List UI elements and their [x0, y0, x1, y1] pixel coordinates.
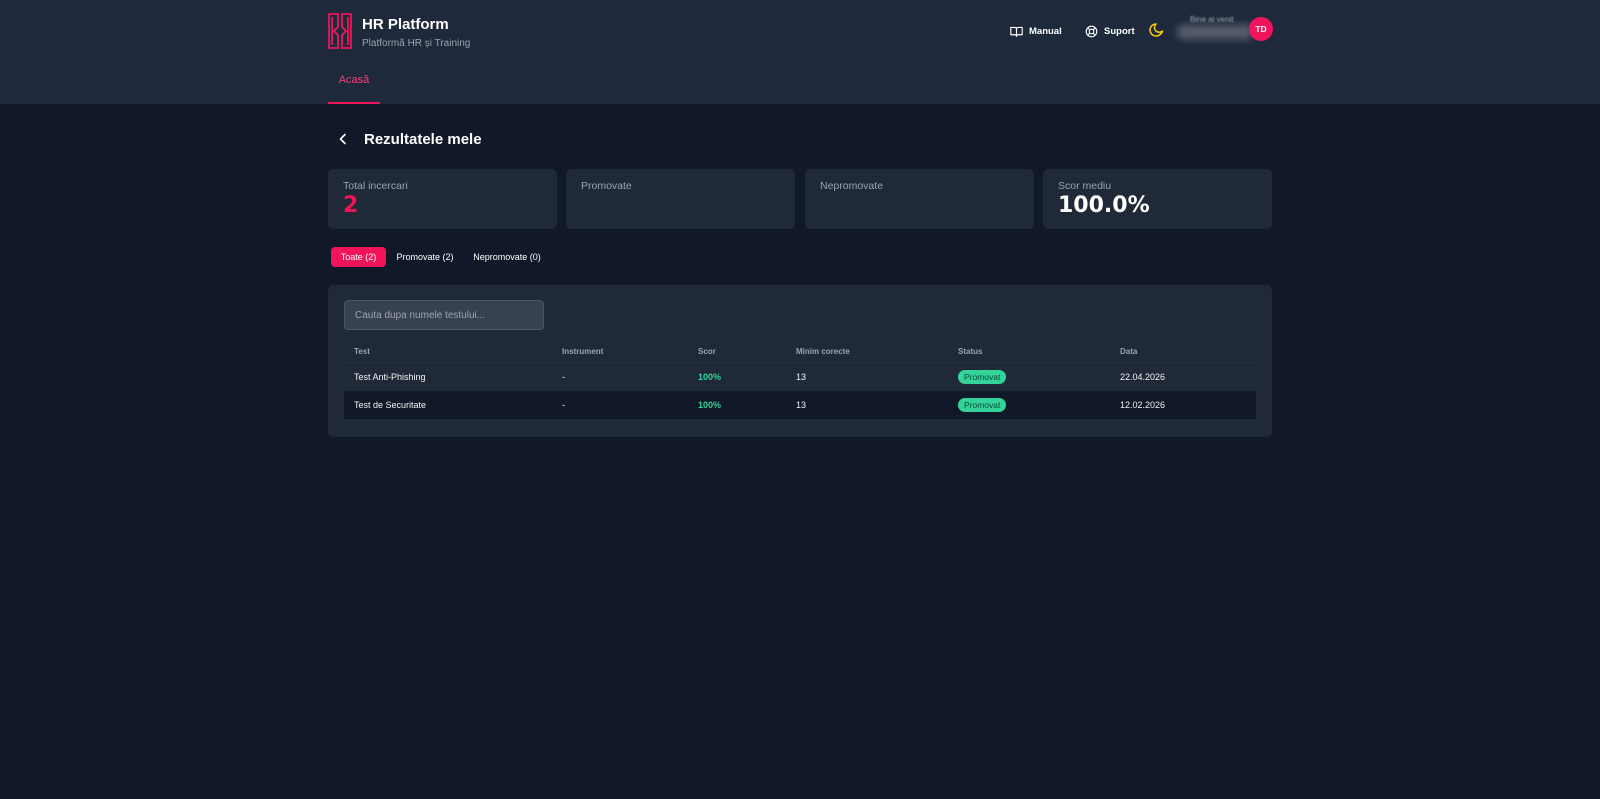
user-name-redacted	[1178, 25, 1252, 39]
results-table: Test Instrument Scor Minim corecte Statu…	[344, 341, 1256, 419]
cell-test: Test de Securitate	[354, 400, 427, 410]
filter-all[interactable]: Toate (2)	[331, 247, 386, 267]
cell-date: 22.04.2026	[1120, 372, 1166, 382]
stat-label: Nepromovate	[820, 180, 884, 192]
user-greeting: Bine ai venit	[1190, 15, 1234, 24]
stat-card-average-score: Scor mediu 100.0%	[1043, 169, 1272, 229]
search-input[interactable]	[344, 300, 544, 330]
stat-card-failed: Nepromovate	[805, 169, 1034, 229]
support-link[interactable]: Suport	[1085, 19, 1135, 43]
status-badge: Promovat	[958, 398, 1007, 412]
stat-label: Promovate	[581, 180, 632, 192]
chevron-left-icon	[339, 133, 346, 145]
filter-failed[interactable]: Nepromovate (0)	[467, 247, 547, 267]
page-title: Rezultatele mele	[364, 130, 482, 148]
column-header[interactable]: Status	[958, 341, 982, 362]
page-header: Rezultatele mele	[328, 128, 482, 150]
manual-label: Manual	[1029, 25, 1062, 37]
top-actions: Manual Suport Bine ai venit TD	[0, 15, 1600, 43]
column-header[interactable]: Test	[354, 341, 370, 362]
lifebuoy-icon	[1085, 25, 1098, 37]
column-header[interactable]: Minim corecte	[796, 341, 850, 362]
stat-label: Total incercari	[343, 180, 408, 192]
stat-value: 100.0%	[1058, 193, 1150, 218]
cell-score: 100%	[698, 372, 722, 382]
stat-card-total: Total incercari 2	[328, 169, 557, 229]
cell-status: Promovat	[958, 363, 1007, 391]
cell-min-correct: 13	[796, 372, 807, 382]
back-button[interactable]	[328, 128, 358, 150]
column-header[interactable]: Data	[1120, 341, 1137, 362]
cell-instrument: -	[562, 400, 565, 410]
results-panel: Test Instrument Scor Minim corecte Statu…	[328, 285, 1272, 437]
cell-min-correct: 13	[796, 400, 807, 410]
book-open-icon	[1010, 26, 1023, 37]
cell-score: 100%	[698, 400, 722, 410]
support-label: Suport	[1104, 25, 1135, 37]
table-row[interactable]: Test Anti-Phishing - 100% 13 Promovat 22…	[344, 363, 1256, 391]
stat-value: 2	[343, 193, 359, 218]
table-row[interactable]: Test de Securitate - 100% 13 Promovat 12…	[344, 391, 1256, 419]
column-header[interactable]: Instrument	[562, 341, 603, 362]
cell-date: 12.02.2026	[1120, 400, 1166, 410]
avatar[interactable]: TD	[1249, 17, 1273, 41]
user-menu[interactable]: Bine ai venit TD	[1174, 15, 1274, 47]
stat-label: Scor mediu	[1058, 180, 1112, 192]
cell-test: Test Anti-Phishing	[354, 372, 426, 382]
cell-instrument: -	[562, 372, 565, 382]
filter-passed[interactable]: Promovate (2)	[390, 247, 460, 267]
manual-link[interactable]: Manual	[1010, 19, 1062, 43]
table-header: Test Instrument Scor Minim corecte Statu…	[344, 341, 1256, 363]
app-header: HR Platform Platformă HR și Training Man…	[0, 0, 1600, 104]
tab-home[interactable]: Acasă	[328, 62, 380, 104]
moon-icon[interactable]	[1149, 22, 1165, 38]
stats-row: Total incercari 2 Promovate Nepromovate …	[328, 169, 1272, 229]
cell-status: Promovat	[958, 391, 1007, 419]
stat-card-passed: Promovate	[566, 169, 795, 229]
column-header[interactable]: Scor	[698, 341, 716, 362]
status-badge: Promovat	[958, 370, 1007, 384]
